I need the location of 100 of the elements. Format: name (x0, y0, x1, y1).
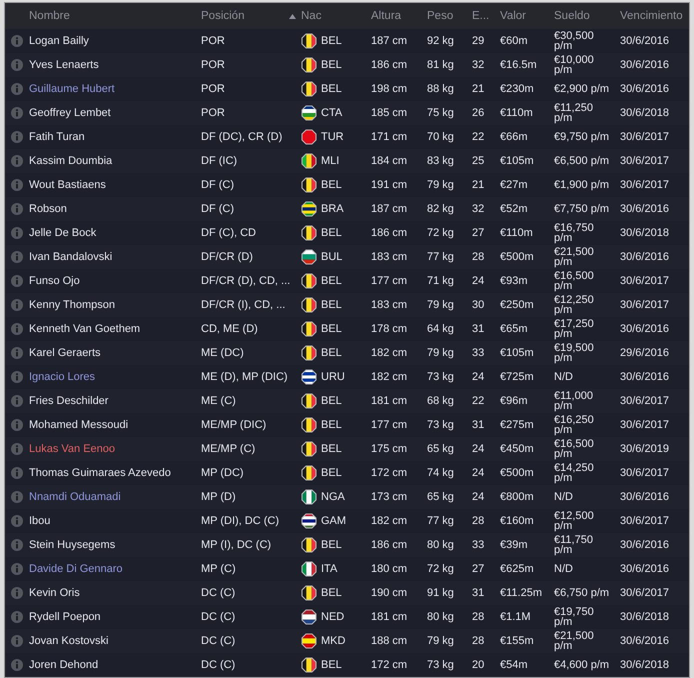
position-cell-text: MP (C) (201, 563, 237, 575)
player-name[interactable]: Kenny Thompson (29, 299, 201, 311)
info-icon[interactable] (11, 83, 23, 95)
player-name[interactable]: Kassim Doumbia (29, 155, 201, 167)
player-name[interactable]: Jovan Kostovski (29, 635, 201, 647)
nationality-cell: BEL (321, 395, 342, 407)
nationality-cell: BEL (321, 587, 342, 599)
weight-cell-text: 83 kg (427, 155, 455, 167)
nationality-cell: BEL (321, 83, 342, 95)
info-icon[interactable] (11, 155, 23, 167)
info-icon[interactable] (11, 587, 23, 599)
info-icon[interactable] (11, 467, 23, 479)
player-name[interactable]: Lukas Van Eenoo (29, 443, 201, 455)
info-icon[interactable] (11, 179, 23, 191)
info-icon[interactable] (11, 563, 23, 575)
weight-cell-text: 88 kg (427, 83, 455, 95)
value-cell-text: €52m (500, 203, 529, 215)
value-cell-text: €105m (500, 155, 535, 167)
value-cell-text: €60m (500, 35, 529, 47)
nationality-cell: BEL (321, 275, 342, 287)
info-icon[interactable] (11, 203, 23, 215)
player-name[interactable]: Stein Huysegems (29, 539, 201, 551)
value-cell-text: €16.5m (500, 59, 538, 71)
position-cell-text: DC (C) (201, 587, 236, 599)
wage-cell-text: €9,750 p/m (554, 132, 610, 142)
value-cell-text: €110m (500, 227, 534, 239)
weight-cell-text: 82 kg (427, 203, 455, 215)
info-icon[interactable] (11, 227, 23, 239)
info-icon[interactable] (11, 491, 23, 503)
info-icon[interactable] (11, 371, 23, 383)
info-icon[interactable] (11, 59, 23, 71)
column-header[interactable]: Vencimiento (620, 10, 683, 22)
column-header[interactable]: Nombre (29, 10, 70, 22)
player-name[interactable]: Logan Bailly (29, 35, 201, 47)
player-name[interactable]: Yves Lenaerts (29, 59, 201, 71)
player-name[interactable]: Ivan Bandalovski (29, 251, 201, 263)
height-cell-text: 172 cm (371, 659, 408, 671)
column-header[interactable]: Nac (301, 10, 322, 22)
expiry-cell-text: 30/6/2016 (620, 371, 670, 383)
wage-cell-text: €11,000 p/m (554, 391, 594, 411)
position-cell-text: DC (C) (201, 611, 236, 623)
age-cell-text: 27 (472, 563, 486, 575)
info-icon[interactable] (11, 515, 23, 527)
player-name[interactable]: Nnamdi Oduamadi (29, 491, 201, 503)
info-icon[interactable] (11, 275, 23, 287)
position-cell-text: ME/MP (C) (201, 443, 256, 455)
info-icon[interactable] (11, 395, 23, 407)
player-name[interactable]: Rydell Poepon (29, 611, 201, 623)
player-name[interactable]: Guillaume Hubert (29, 83, 201, 95)
player-name[interactable]: Ignacio Lores (29, 371, 201, 383)
weight-cell-text: 79 kg (427, 179, 455, 191)
player-name[interactable]: Karel Geraerts (29, 347, 201, 359)
column-header[interactable]: Sueldo (554, 10, 590, 22)
position-cell-text: DF (IC) (201, 155, 238, 167)
column-header[interactable]: Valor (500, 10, 526, 22)
player-name[interactable]: Joren Dehond (29, 659, 201, 671)
height-cell-text: 185 cm (371, 107, 408, 119)
weight-cell-text: 92 kg (427, 35, 455, 47)
nationality-cell: BEL (321, 227, 342, 239)
player-name[interactable]: Wout Bastiaens (29, 179, 201, 191)
info-icon[interactable] (11, 611, 23, 623)
column-header[interactable]: E... (472, 10, 490, 22)
info-icon[interactable] (11, 299, 23, 311)
column-header[interactable]: Altura (371, 10, 402, 22)
column-header[interactable]: Posición (201, 10, 244, 22)
player-name[interactable]: Ibou (29, 515, 201, 527)
info-icon[interactable] (11, 131, 23, 143)
expiry-cell-text: 30/6/2016 (620, 635, 670, 647)
info-icon[interactable] (11, 659, 23, 671)
player-name[interactable]: Mohamed Messoudi (29, 419, 201, 431)
info-icon[interactable] (11, 419, 23, 431)
expiry-cell-text: 30/6/2018 (620, 611, 670, 623)
player-name[interactable]: Geoffrey Lembet (29, 107, 201, 119)
weight-cell-text: 70 kg (427, 131, 455, 143)
player-name[interactable]: Fries Deschilder (29, 395, 201, 407)
info-icon[interactable] (11, 35, 23, 47)
height-cell-text: 187 cm (371, 35, 408, 47)
player-name[interactable]: Funso Ojo (29, 275, 201, 287)
player-name[interactable]: Davide Di Gennaro (29, 563, 201, 575)
player-name[interactable]: Fatih Turan (29, 131, 201, 143)
value-cell-text: €1.1M (500, 611, 532, 623)
player-name[interactable]: Kenneth Van Goethem (29, 323, 201, 335)
player-name[interactable]: Jelle De Bock (29, 227, 201, 239)
age-cell-text: 21 (472, 83, 486, 95)
expiry-cell-text: 30/6/2018 (620, 107, 670, 119)
column-header[interactable]: Peso (427, 10, 454, 22)
info-icon[interactable] (11, 635, 23, 647)
info-icon[interactable] (11, 251, 23, 263)
info-icon[interactable] (11, 347, 23, 359)
info-icon[interactable] (11, 323, 23, 335)
info-icon[interactable] (11, 107, 23, 119)
position-cell-text: DF/CR (I), CD, ... (201, 299, 286, 311)
player-name[interactable]: Thomas Guimaraes Azevedo (29, 467, 201, 479)
height-cell-text: 186 cm (371, 227, 408, 239)
player-name[interactable]: Robson (29, 203, 201, 215)
info-icon[interactable] (11, 539, 23, 551)
player-name[interactable]: Kevin Oris (29, 587, 201, 599)
position-cell-text: DC (C) (201, 635, 236, 647)
info-icon[interactable] (11, 443, 23, 455)
weight-cell-text: 91 kg (427, 587, 455, 599)
